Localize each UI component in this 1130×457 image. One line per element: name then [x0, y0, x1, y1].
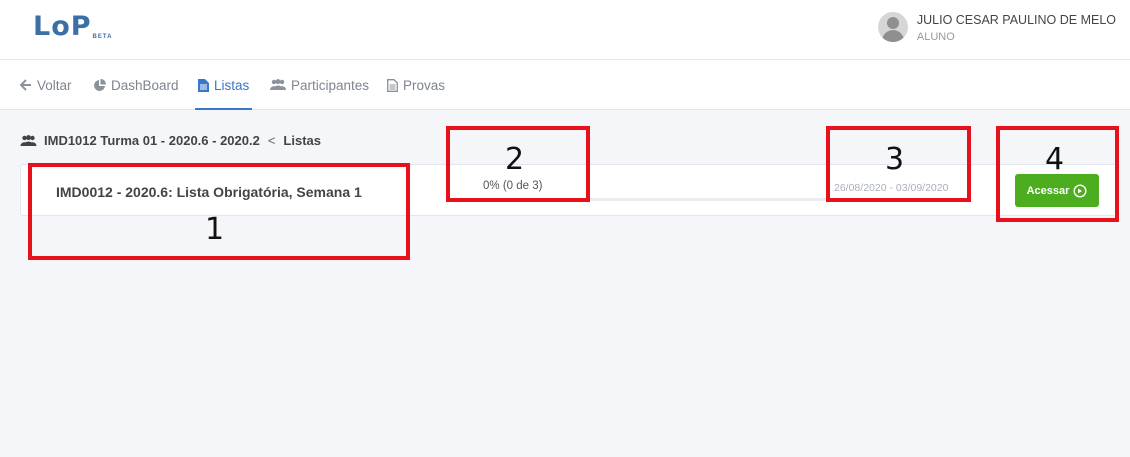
nav-back-label: Voltar: [37, 77, 72, 93]
arrow-left-icon: [20, 79, 32, 91]
document-outline-icon: [387, 78, 398, 92]
nav-listas[interactable]: Listas: [194, 60, 253, 110]
logo-beta-badge: BETA: [92, 34, 113, 40]
annotation-number-2: 2: [505, 142, 525, 177]
avatar[interactable]: [877, 12, 908, 42]
user-menu[interactable]: JULIO CESAR PAULINO DE MELO ALUNO: [877, 12, 1116, 45]
nav-bar: Voltar DashBoard Listas Participantes Pr…: [0, 60, 1130, 110]
nav-listas-label: Listas: [214, 77, 250, 93]
app-logo[interactable]: LoP BETA: [33, 12, 112, 42]
nav-participantes-label: Participantes: [291, 77, 370, 93]
pie-chart-icon: [93, 78, 106, 92]
user-name: JULIO CESAR PAULINO DE MELO: [916, 13, 1116, 27]
nav-dashboard-label: DashBoard: [111, 77, 179, 93]
nav-provas[interactable]: Provas: [387, 60, 445, 110]
annotation-number-1: 1: [205, 212, 225, 247]
nav-participantes[interactable]: Participantes: [270, 60, 369, 110]
app-header: LoP BETA JULIO CESAR PAULINO DE MELO ALU…: [0, 0, 1130, 60]
users-icon: [270, 79, 286, 91]
document-icon: [198, 78, 209, 92]
user-role: ALUNO: [916, 31, 955, 43]
avatar-head: [886, 17, 899, 29]
nav-back[interactable]: Voltar: [20, 60, 72, 110]
annotation-number-3: 3: [885, 142, 905, 177]
breadcrumb: IMD1012 Turma 01 - 2020.6 - 2020.2 < Lis…: [20, 133, 321, 148]
avatar-body: [881, 30, 904, 42]
annotation-number-4: 4: [1045, 142, 1065, 177]
nav-provas-label: Provas: [403, 77, 446, 93]
users-icon: [20, 134, 37, 147]
breadcrumb-class-link[interactable]: IMD1012 Turma 01 - 2020.6 - 2020.2: [44, 133, 260, 148]
logo-text: LoP: [33, 11, 92, 42]
breadcrumb-separator: <: [267, 133, 276, 148]
user-info: JULIO CESAR PAULINO DE MELO ALUNO: [917, 12, 1116, 45]
breadcrumb-current: Listas: [283, 133, 321, 148]
nav-dashboard[interactable]: DashBoard: [93, 60, 179, 110]
